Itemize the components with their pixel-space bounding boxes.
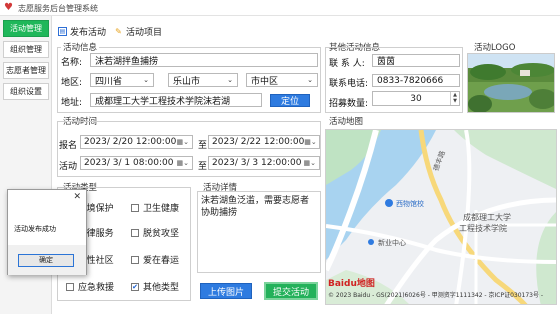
city-select[interactable]: 乐山市 ⌄ [168,73,238,87]
checkbox[interactable] [66,282,74,291]
upload-image-button[interactable]: 上传图片 [200,283,252,299]
tab-activity-projects[interactable]: ✎ 活动项目 [114,24,162,38]
calendar-dropdown-icon: ▦⌄ [176,138,189,146]
calendar-dropdown-icon: ▦⌄ [303,159,316,167]
ok-button[interactable]: 确定 [18,254,74,267]
type-checkbox-spring-festival[interactable]: 爱在春运 [131,253,179,266]
activity-details-textarea[interactable]: 沫若湖鱼泛滥，需要志愿者协助捕捞 [197,191,321,273]
recruit-stepper[interactable]: 30 ▲ ▼ [372,91,460,106]
sidebar-item-organization-management[interactable]: 组织管理 [3,41,49,58]
checkbox[interactable] [131,255,139,264]
tab-publish-activity[interactable]: ▤ 发布活动 [58,24,106,38]
success-dialog: ✕ 活动发布成功 确定 [7,189,87,275]
checkbox-checked[interactable]: ✔ [131,282,139,291]
submit-activity-button[interactable]: 提交活动 [264,282,318,300]
document-icon: ▤ [58,26,67,36]
phone-input[interactable]: 0833-7820666 [372,74,460,87]
activity-label: 活动 [59,162,78,172]
chevron-down-icon: ⌄ [143,76,149,84]
locate-button[interactable]: 定位 [270,94,310,107]
dialog-footer: 确定 [8,245,86,275]
type-checkbox-poverty[interactable]: 脱贫攻坚 [131,226,179,239]
contact-input[interactable]: 茵茵 [372,54,460,67]
logo-title: 活动LOGO [472,41,518,53]
activity-logo-image[interactable] [467,53,555,113]
map-poi-label: 新业中心 [378,239,406,247]
map-poi-label: 西物馆校 [396,200,424,208]
app-heart-icon: ♥ [4,2,13,13]
province-select[interactable]: 四川省 ⌄ [90,73,154,87]
sidebar-item-volunteer-management[interactable]: 志愿者管理 [3,62,49,79]
signup-end-datetime[interactable]: 2023/ 2/22 12:00:00 ▦⌄ [208,135,320,149]
activity-map-title: 活动地图 [327,115,366,127]
pencil-icon: ✎ [115,26,122,36]
address-label: 地址: [61,98,83,108]
map-attribution: © 2023 Baidu - GS(2021)6026号 - 甲测资字11113… [328,292,544,299]
sidebar-item-activity-management[interactable]: 活动管理 [3,20,49,37]
activity-end-datetime[interactable]: 2023/ 3/ 3 12:00:00 ▦⌄ [208,156,320,170]
signup-start-datetime[interactable]: 2023/ 2/20 12:00:00 ▦⌄ [80,135,193,149]
calendar-dropdown-icon: ▦⌄ [176,159,189,167]
activity-map[interactable]: 德丰路 西物馆校 新业中心 成都理工大学 工程技术学院 Baidu地图 © 20… [325,129,557,305]
address-input[interactable]: 成都理工大学工程技术学院沫若湖 [90,93,262,107]
name-label: 名称: [61,58,83,68]
chevron-down-icon: ⌄ [227,76,233,84]
region-label: 地区: [61,78,83,88]
title-bar: ♥ 志愿服务后台管理系统 [0,0,560,16]
type-checkbox-health[interactable]: 卫生健康 [131,201,179,214]
signup-label: 报名 [59,141,78,151]
stepper-arrows-icon[interactable]: ▲ ▼ [450,92,459,105]
activity-start-datetime[interactable]: 2023/ 3/ 1 08:00:00 ▦⌄ [80,156,193,170]
window-title: 志愿服务后台管理系统 [18,4,98,13]
dialog-message: 活动发布成功 [14,225,56,233]
type-checkbox-emergency[interactable]: 应急救援 [66,280,114,293]
close-icon[interactable]: ✕ [73,192,81,202]
checkbox[interactable] [131,228,139,237]
type-checkbox-other[interactable]: ✔ 其他类型 [131,280,179,293]
to-label: 至 [198,141,208,151]
map-school-label-2: 工程技术学院 [459,224,507,233]
map-school-label-1: 成都理工大学 [463,213,511,222]
checkbox[interactable] [131,203,139,212]
contact-label: 联 系 人: [329,59,365,69]
district-select[interactable]: 市中区 ⌄ [246,73,318,87]
sidebar-item-organization-settings[interactable]: 组织设置 [3,83,49,100]
chevron-down-icon: ⌄ [307,76,313,84]
baidu-logo: Baidu地图 [328,279,375,289]
to-label: 至 [198,162,208,172]
activity-info-title: 活动信息 [61,41,100,53]
phone-label: 联系电话: [329,79,369,89]
calendar-dropdown-icon: ▦⌄ [304,138,317,146]
recruit-label: 招募数量: [329,99,369,109]
name-input[interactable]: 沫若湖拌鱼捕捞 [90,53,318,67]
